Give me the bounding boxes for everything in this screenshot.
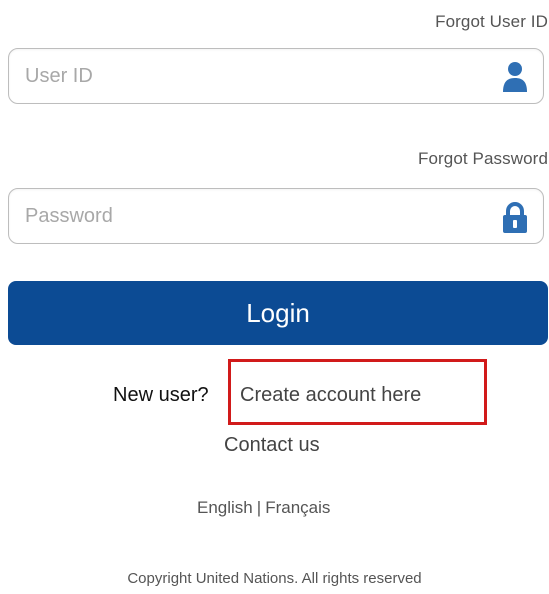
new-user-row: New user? Create account here — [0, 382, 549, 412]
login-button[interactable]: Login — [8, 281, 548, 345]
user-icon — [503, 62, 527, 92]
forgot-password-link[interactable]: Forgot Password — [418, 149, 548, 169]
user-id-input[interactable] — [25, 49, 485, 103]
forgot-user-id-link[interactable]: Forgot User ID — [435, 12, 548, 32]
new-user-label: New user? — [113, 384, 209, 406]
lock-icon — [503, 202, 527, 233]
contact-us-link[interactable]: Contact us — [224, 434, 320, 457]
copyright-text: Copyright United Nations. All rights res… — [127, 570, 422, 587]
language-switcher: English | Français — [197, 498, 330, 518]
language-separator: | — [256, 498, 262, 517]
user-id-field[interactable] — [8, 48, 544, 104]
login-page: Forgot User ID Forgot Password Login New… — [0, 0, 549, 594]
password-field[interactable] — [8, 188, 544, 244]
password-input[interactable] — [25, 189, 485, 243]
language-french-link[interactable]: Français — [265, 498, 330, 517]
language-english-link[interactable]: English — [197, 498, 253, 517]
create-account-link[interactable]: Create account here — [240, 384, 421, 407]
